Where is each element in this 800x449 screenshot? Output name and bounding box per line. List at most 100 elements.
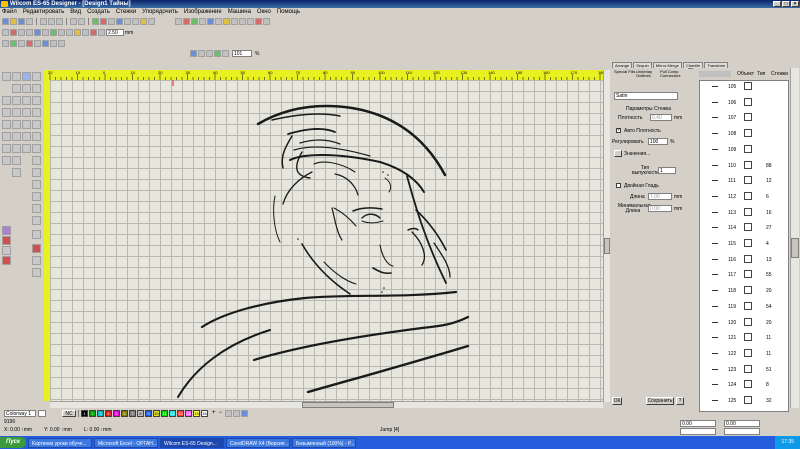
reshape-icon[interactable]: [10, 29, 17, 36]
count-field[interactable]: 1: [658, 167, 676, 174]
fill-icon[interactable]: [10, 40, 17, 47]
help-button[interactable]: ?: [676, 397, 684, 405]
list-item[interactable]: 124 8: [700, 379, 788, 392]
paste-icon[interactable]: [56, 18, 63, 25]
rectangle-tool-icon[interactable]: [2, 108, 11, 117]
preview-icon[interactable]: [239, 18, 246, 25]
tatami-tool-icon[interactable]: [12, 120, 21, 129]
menu-arrange[interactable]: Упорядочить: [142, 8, 178, 16]
vertical-scrollbar[interactable]: [603, 70, 610, 402]
show-grid-icon[interactable]: [207, 18, 214, 25]
color-sort-icon[interactable]: [241, 409, 249, 417]
redo-icon[interactable]: [78, 18, 85, 25]
color-swatch[interactable]: 14: [185, 409, 192, 417]
horizontal-scrollbar[interactable]: [50, 401, 603, 408]
grid-icon[interactable]: [116, 18, 123, 25]
jump-icon[interactable]: [32, 216, 41, 225]
start-button[interactable]: Пуск: [0, 437, 27, 448]
header-type[interactable]: Тип: [757, 71, 765, 77]
open-icon[interactable]: [10, 18, 17, 25]
reshape-tool-icon[interactable]: [12, 72, 21, 81]
tie-off-icon[interactable]: [32, 204, 41, 213]
bead-tool-icon[interactable]: [12, 168, 21, 177]
min-length-field[interactable]: 0.00: [648, 205, 672, 212]
menu-window[interactable]: Окно: [257, 8, 271, 16]
team-names-icon[interactable]: [22, 132, 31, 141]
color-swatch[interactable]: 5: [113, 409, 120, 417]
monogram-tool-icon[interactable]: [12, 132, 21, 141]
mirror-icon[interactable]: [50, 29, 57, 36]
subtab-underlay[interactable]: Underlay Outlines: [636, 70, 660, 78]
trim-tool-icon[interactable]: [32, 180, 41, 189]
object-list-scroll-thumb[interactable]: [791, 238, 799, 258]
zoom-field[interactable]: 101: [232, 50, 252, 57]
list-item[interactable]: 114 27: [700, 222, 788, 235]
colorway-arrow[interactable]: [38, 409, 46, 417]
subtab-pull-comp[interactable]: Pull Comp Connectors: [660, 70, 686, 78]
circle-tool-icon[interactable]: [22, 108, 31, 117]
redraw-icon[interactable]: [231, 18, 238, 25]
photo-stitch-icon[interactable]: [12, 144, 21, 153]
header-stitches[interactable]: Стежки: [771, 71, 788, 77]
star-tool-icon[interactable]: [32, 108, 41, 117]
column-icon[interactable]: [18, 40, 25, 47]
list-item[interactable]: 113 16: [700, 207, 788, 220]
menu-machine[interactable]: Машина: [228, 8, 251, 16]
ungroup-icon[interactable]: [26, 29, 33, 36]
list-item[interactable]: 120 20: [700, 317, 788, 330]
select-icon[interactable]: [2, 29, 9, 36]
list-item[interactable]: 111 12: [700, 175, 788, 188]
menu-edit[interactable]: Редактировать: [23, 8, 64, 16]
taskbar-button[interactable]: Картинки уроки обуче...: [28, 437, 93, 448]
color-swatch[interactable]: 16: [201, 409, 208, 417]
list-item[interactable]: 115 4: [700, 238, 788, 251]
ellipse-tool-icon[interactable]: [12, 108, 21, 117]
auto-digitize-icon[interactable]: [58, 40, 65, 47]
save-icon[interactable]: [18, 18, 25, 25]
menu-help[interactable]: Помощь: [277, 8, 300, 16]
scale-icon[interactable]: [66, 29, 73, 36]
lettering-icon[interactable]: [34, 40, 41, 47]
underlay-icon[interactable]: [2, 246, 11, 255]
show-needle-icon[interactable]: [263, 18, 270, 25]
show-outlines-icon[interactable]: [183, 18, 190, 25]
knife-tool-icon[interactable]: [32, 72, 41, 81]
lock-icon[interactable]: [34, 29, 41, 36]
print-icon[interactable]: [26, 18, 33, 25]
menu-image[interactable]: Изображение: [184, 8, 222, 16]
density-field[interactable]: 0.40: [650, 114, 672, 121]
rotate-icon[interactable]: [58, 29, 65, 36]
remove-color-icon[interactable]: −: [219, 410, 223, 416]
break-apart-icon[interactable]: [32, 256, 41, 265]
apply-button[interactable]: Сохранить: [646, 397, 674, 405]
show-connectors-icon[interactable]: [255, 18, 262, 25]
colorway-select[interactable]: Colorway 1: [4, 409, 36, 417]
color-swatch[interactable]: 3: [97, 409, 104, 417]
run-icon[interactable]: [26, 40, 33, 47]
add-color-icon[interactable]: +: [212, 410, 216, 416]
list-item[interactable]: 122 11: [700, 348, 788, 361]
taskbar-button[interactable]: CorelDRAW X4 (Версия ...: [226, 437, 291, 448]
menu-file[interactable]: Файл: [2, 8, 17, 16]
new-icon[interactable]: [2, 18, 9, 25]
list-item[interactable]: 125 32: [700, 395, 788, 408]
menu-stitches[interactable]: Стежки: [116, 8, 136, 16]
triple-run-icon[interactable]: [2, 96, 11, 105]
list-item[interactable]: 110 88: [700, 160, 788, 173]
monogram-icon[interactable]: [42, 40, 49, 47]
pull-comp-icon[interactable]: [2, 256, 11, 265]
align-icon[interactable]: [42, 29, 49, 36]
list-item[interactable]: 121 11: [700, 332, 788, 345]
stitch-angle-icon[interactable]: [2, 226, 11, 235]
stitch-type-icon[interactable]: [2, 236, 11, 245]
stop-icon[interactable]: [100, 18, 107, 25]
pattern-tool-icon[interactable]: [22, 120, 31, 129]
cut-icon[interactable]: [40, 18, 47, 25]
measure-icon[interactable]: [132, 18, 139, 25]
select-tool-icon[interactable]: [2, 72, 11, 81]
contour-icon[interactable]: [32, 144, 41, 153]
color-swatch[interactable]: 15: [193, 409, 200, 417]
list-item[interactable]: 118 20: [700, 285, 788, 298]
pan-icon[interactable]: [222, 50, 229, 57]
chenille-tool-icon[interactable]: [32, 168, 41, 177]
